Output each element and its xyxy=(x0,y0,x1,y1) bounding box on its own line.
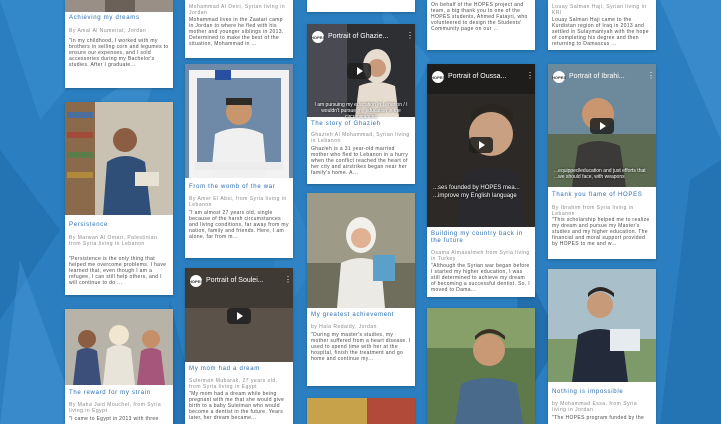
card-excerpt: "I came to Egypt in 2013 with three xyxy=(69,416,159,422)
card-excerpt: "The HOPES program funded by the xyxy=(552,415,645,421)
card-title[interactable]: Achieving my dreams xyxy=(69,15,140,21)
story-card[interactable]: From the womb of the war By Amer El Absi… xyxy=(185,64,293,258)
video-header: HOPES Portrait of Ghazie... ⋮ xyxy=(307,24,415,50)
card-excerpt: "During my master's studies, my mother s… xyxy=(311,332,411,363)
channel-logo-icon: HOPES xyxy=(552,71,566,83)
story-card[interactable] xyxy=(307,398,415,424)
story-card[interactable]: On behalf of the HOPES project and team,… xyxy=(427,0,535,50)
story-card[interactable] xyxy=(427,308,535,424)
story-card[interactable]: Persistence By Marwan Al Omari, Palestin… xyxy=(65,102,173,295)
story-card[interactable]: My greatest achievement by Hala Redaidy,… xyxy=(307,193,415,386)
story-card[interactable]: Mohammad Al Deiri, Syrian living in Jord… xyxy=(185,0,293,58)
video-title[interactable]: Portrait of Soulei... xyxy=(206,277,264,284)
card-author: Louay Salman Haji, Syrian living in KRI xyxy=(552,4,647,16)
card-excerpt: Louay Salman Haji came to the Kurdistan … xyxy=(552,17,649,48)
story-card[interactable]: HOPES Portrait of Soulei... ⋮ My mom had… xyxy=(185,268,293,424)
card-author: Ghazieh Al Mohammad, Syrian living in Le… xyxy=(311,132,410,144)
card-title[interactable]: Nothing is impossible xyxy=(552,389,623,395)
story-photo xyxy=(427,308,535,424)
story-photo xyxy=(65,0,173,12)
card-title[interactable]: Persistence xyxy=(69,222,108,228)
video-subtitle: I am pursuing my education in Lebanon / … xyxy=(314,102,408,120)
card-author: by Mohammad Essa, from Syria living in J… xyxy=(552,401,638,413)
card-excerpt: On behalf of the HOPES project and team,… xyxy=(431,2,528,33)
card-title[interactable]: My mom had a dream xyxy=(189,366,260,372)
story-photo xyxy=(307,193,415,308)
card-excerpt: "I am almost 27 years old, single becaus… xyxy=(189,210,289,241)
card-title[interactable]: The story of Ghazieh xyxy=(311,121,381,127)
card-author: Osama Almasalmeh from Syria living in Tu… xyxy=(431,250,530,262)
play-button-icon[interactable] xyxy=(347,63,371,79)
more-options-icon[interactable]: ⋮ xyxy=(406,31,414,40)
story-photo xyxy=(307,398,415,424)
more-options-icon[interactable]: ⋮ xyxy=(647,71,655,80)
story-card[interactable]: HOPES Portrait of Ibrahi... ⋮ ...equippe… xyxy=(548,64,656,259)
card-author: by Hala Redaidy, Jordan xyxy=(311,324,377,330)
card-excerpt: "In my childhood, I worked with my broth… xyxy=(69,38,169,69)
channel-logo-icon: HOPES xyxy=(431,71,445,83)
more-options-icon[interactable]: ⋮ xyxy=(526,71,534,80)
channel-logo-icon: HOPES xyxy=(311,31,325,43)
video-title[interactable]: Portrait of Ghazie... xyxy=(328,33,388,40)
card-title[interactable]: My greatest achievement xyxy=(311,312,394,318)
story-photo xyxy=(185,64,293,178)
video-header: HOPES Portrait of Soulei... ⋮ xyxy=(185,268,293,294)
story-card[interactable]: The reward for my strain By Maha Jaid Mo… xyxy=(65,309,173,424)
card-excerpt: "My mom had a dream while being pregnant… xyxy=(189,391,285,422)
video-title[interactable]: Portrait of Oussa... xyxy=(448,73,506,80)
more-options-icon[interactable]: ⋮ xyxy=(284,275,292,284)
video-subtitle: ...equipped/education and just efforts t… xyxy=(554,168,646,180)
card-author: By Ibrahim from Syria living in Lebanon xyxy=(552,205,634,217)
video-header: HOPES Portrait of Oussa... ⋮ xyxy=(427,64,535,90)
card-author: By Maha Jaid Mouchel, from Syria living … xyxy=(69,402,162,414)
story-photo xyxy=(65,309,173,385)
card-excerpt: Mohammad lives in the Zaatari camp in Jo… xyxy=(189,17,284,48)
card-excerpt: Ghazieh is a 31 year-old married mother … xyxy=(311,146,409,177)
story-card[interactable]: Louay Salman Haji, Syrian living in KRI … xyxy=(548,0,656,50)
card-author: Mohammad Al Deiri, Syrian living in Jord… xyxy=(189,4,286,16)
play-button-icon[interactable] xyxy=(590,118,614,134)
story-card[interactable]: HOPES Portrait of Ghazie... ⋮ I am pursu… xyxy=(307,24,415,184)
video-header: HOPES Portrait of Ibrahi... ⋮ xyxy=(548,64,656,90)
card-excerpt: "Persistence is the only thing that help… xyxy=(69,256,167,287)
card-author: Suleiman Mubarak, 27 years old, from Syr… xyxy=(189,378,278,390)
play-button-icon[interactable] xyxy=(469,137,493,153)
card-author: By Amer El Absi, from Syria living in Le… xyxy=(189,196,287,208)
play-button-icon[interactable] xyxy=(227,308,251,324)
story-photo xyxy=(548,269,656,382)
video-title[interactable]: Portrait of Ibrahi... xyxy=(569,73,625,80)
story-photo xyxy=(65,102,173,215)
card-title[interactable]: Thank you flame of HOPES xyxy=(552,192,643,198)
card-author: By Amal Al Numeirat, Jordan xyxy=(69,28,147,34)
card-excerpt: "Although the Syrian war began before I … xyxy=(431,263,530,294)
story-card[interactable]: HOPES Portrait of Oussa... ⋮ ...ses foun… xyxy=(427,64,535,297)
card-author: By Marwan Al Omari, Palestinian from Syr… xyxy=(69,235,158,247)
story-card[interactable] xyxy=(307,0,415,12)
video-subtitle: ...ses founded by HOPES mea... ...improv… xyxy=(433,185,520,199)
channel-logo-icon: HOPES xyxy=(189,275,203,287)
card-excerpt: "This scholarship helped me to realize m… xyxy=(552,217,650,248)
card-title[interactable]: Building my country back in the future xyxy=(431,231,531,245)
story-card[interactable]: Achieving my dreams By Amal Al Numeirat,… xyxy=(65,0,173,88)
card-title[interactable]: The reward for my strain xyxy=(69,390,151,396)
story-card[interactable]: Nothing is impossible by Mohammad Essa, … xyxy=(548,269,656,424)
card-title[interactable]: From the womb of the war xyxy=(189,184,276,190)
